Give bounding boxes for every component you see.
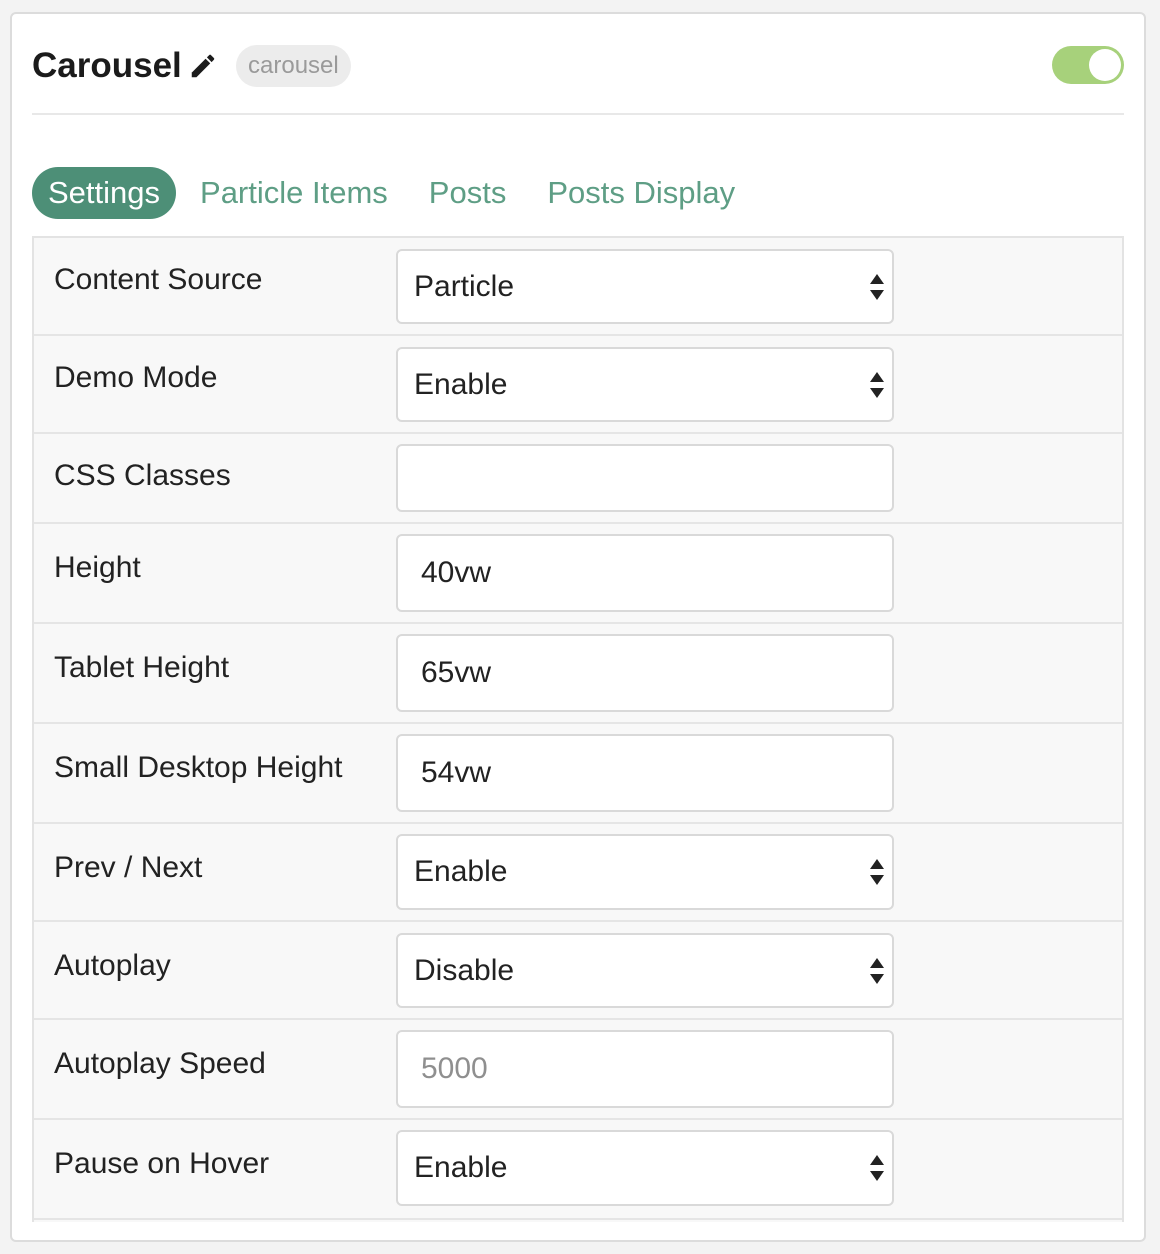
input-value: 65vw	[421, 656, 492, 689]
field-row-content-source: Content Source Particle	[34, 238, 1122, 336]
height-input[interactable]: 40vw	[396, 534, 894, 612]
autoplay-select[interactable]: Disable	[396, 933, 894, 1008]
tab-particle-items[interactable]: Particle Items	[200, 167, 388, 219]
select-arrows-icon	[870, 273, 884, 300]
tab-posts[interactable]: Posts	[429, 167, 507, 219]
prev-next-select[interactable]: Enable	[396, 834, 894, 910]
autoplay-speed-input[interactable]: 5000	[396, 1030, 894, 1108]
select-arrows-icon	[870, 1155, 884, 1181]
css-classes-input[interactable]	[396, 444, 894, 512]
select-value: Disable	[414, 953, 515, 987]
field-label: Small Desktop Height	[54, 751, 343, 784]
pencil-icon[interactable]	[188, 51, 218, 81]
field-row-autoplay-speed: Autoplay Speed 5000	[34, 1020, 1122, 1120]
select-arrows-icon	[870, 957, 884, 984]
field-row-height: Height 40vw	[34, 524, 1122, 624]
field-label: Demo Mode	[54, 361, 218, 394]
select-value: Particle	[414, 269, 515, 303]
panel-title: Carousel	[32, 46, 182, 85]
content-source-select[interactable]: Particle	[396, 249, 894, 324]
input-value: 54vw	[421, 756, 492, 789]
field-row-prev-next: Prev / Next Enable	[34, 824, 1122, 922]
field-row-demo-mode: Demo Mode Enable	[34, 336, 1122, 434]
tablet-height-input[interactable]: 65vw	[396, 634, 894, 712]
field-row-css-classes: CSS Classes	[34, 434, 1122, 524]
input-placeholder: 5000	[421, 1052, 488, 1085]
enable-toggle[interactable]	[1052, 46, 1124, 84]
field-label: Pause on Hover	[54, 1147, 270, 1180]
select-value: Enable	[414, 855, 508, 888]
select-arrows-icon	[870, 859, 884, 885]
field-row-tablet-height: Tablet Height 65vw	[34, 624, 1122, 724]
field-label: CSS Classes	[54, 459, 231, 492]
field-label: Prev / Next	[54, 851, 203, 884]
toggle-knob	[1089, 49, 1121, 81]
small-desktop-height-input[interactable]: 54vw	[396, 734, 894, 812]
tab-bar: Settings Particle Items Posts Posts Disp…	[32, 166, 776, 220]
field-row-small-desktop-height: Small Desktop Height 54vw	[34, 724, 1122, 824]
pause-on-hover-select[interactable]: Enable	[396, 1130, 894, 1206]
tab-posts-display[interactable]: Posts Display	[547, 167, 735, 219]
demo-mode-select[interactable]: Enable	[396, 347, 894, 422]
select-arrows-icon	[870, 371, 884, 398]
select-value: Enable	[414, 1151, 508, 1184]
field-label: Tablet Height	[54, 651, 230, 684]
field-row-autoplay: Autoplay Disable	[34, 922, 1122, 1020]
panel-header: Carousel carousel	[32, 14, 1124, 115]
tab-settings[interactable]: Settings	[32, 167, 177, 219]
particle-panel: Carousel carousel Settings Particle Item…	[10, 12, 1146, 1242]
type-badge: carousel	[236, 45, 351, 87]
input-value: 40vw	[421, 556, 492, 589]
field-row-pause-on-hover: Pause on Hover Enable	[34, 1120, 1122, 1220]
settings-form: Content Source Particle Demo Mode Enable…	[32, 236, 1124, 1222]
field-label: Content Source	[54, 263, 263, 296]
field-label: Autoplay	[54, 949, 171, 982]
field-label: Height	[54, 551, 141, 584]
select-value: Enable	[414, 367, 508, 401]
field-label: Autoplay Speed	[54, 1047, 266, 1080]
